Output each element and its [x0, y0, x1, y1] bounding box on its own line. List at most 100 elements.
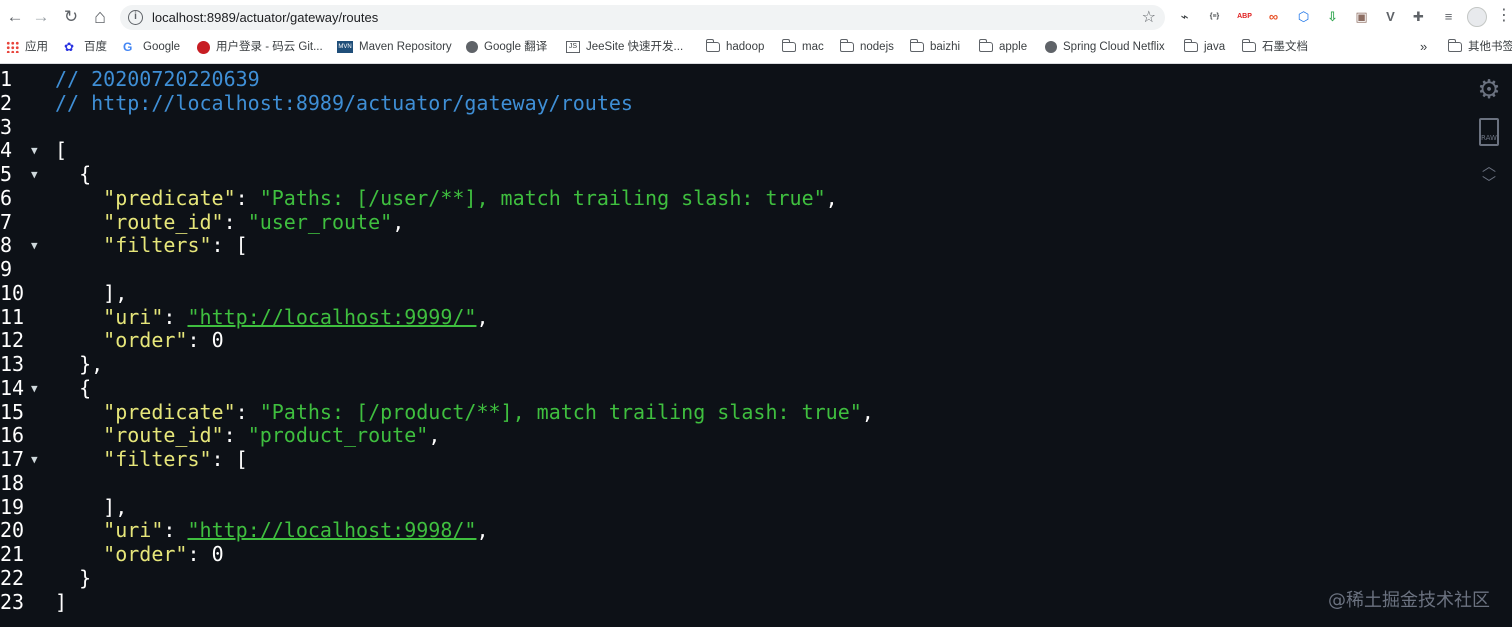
raw-file-icon[interactable]: RAW — [1479, 118, 1499, 146]
line-number: 9 — [0, 257, 13, 281]
json-string: "Paths: [/user/**], match trailing slash… — [259, 185, 826, 210]
bookmark-item[interactable]: java — [1184, 38, 1225, 56]
line-number: 12 — [0, 328, 25, 353]
infinity-extension-icon[interactable]: ∞ — [1265, 8, 1282, 25]
json-punctuation — [55, 305, 103, 329]
other-bookmarks-folder[interactable]: 其他书签 — [1448, 38, 1512, 56]
folder-icon — [1448, 39, 1462, 52]
json-punctuation: : [ — [211, 233, 248, 258]
qrcode-extension-icon[interactable]: ⌁ — [1176, 8, 1193, 25]
code-content: "route_id": "user_route", — [55, 209, 404, 235]
bookmark-label: 应用 — [25, 41, 48, 53]
pin-extension-icon[interactable]: ⇩ — [1324, 8, 1341, 25]
chevron-up-icon[interactable]: ︿ — [1481, 159, 1497, 173]
back-button[interactable]: ← — [4, 6, 26, 28]
gear-icon[interactable]: ⚙ — [1476, 76, 1502, 102]
gitee-icon — [197, 40, 210, 54]
json-extension-icon[interactable]: {≡} — [1206, 8, 1223, 25]
playlist-extension-icon[interactable]: ≡ — [1440, 8, 1457, 25]
code-content: "uri": "http://localhost:9999/", — [55, 304, 489, 330]
bookmark-item[interactable]: baizhi — [910, 38, 960, 56]
json-punctuation: { — [55, 162, 92, 186]
line-number: 16 — [0, 423, 25, 448]
code-content: ], — [55, 495, 127, 520]
bookmark-item[interactable]: Google 翻译 — [466, 38, 547, 56]
bookmark-item[interactable]: ✿ 百度 — [64, 38, 107, 56]
json-url-link[interactable]: "http://localhost:9998/" — [187, 518, 476, 542]
json-string: "product_route" — [247, 423, 429, 448]
fold-toggle-icon[interactable]: ▼ — [31, 163, 38, 187]
json-punctuation: }, — [55, 352, 104, 376]
profile-avatar[interactable] — [1467, 7, 1487, 27]
json-string: "user_route" — [247, 209, 393, 234]
json-punctuation: } — [55, 565, 92, 590]
chevron-down-icon[interactable]: ﹀ — [1481, 176, 1497, 190]
image-extension-icon[interactable]: ▣ — [1353, 8, 1370, 25]
cube-extension-icon[interactable]: ⬡ — [1295, 8, 1312, 25]
bookmark-item[interactable]: mac — [782, 38, 824, 56]
url-text[interactable]: localhost:8989/actuator/gateway/routes — [152, 10, 378, 25]
bookmark-item[interactable]: 石墨文档 — [1242, 38, 1308, 56]
bookmark-label: Google — [143, 41, 181, 53]
fold-toggle-icon[interactable]: ▼ — [31, 448, 38, 472]
json-punctuation — [55, 233, 103, 257]
bookmark-item[interactable]: G Google — [123, 38, 180, 56]
json-punctuation — [55, 186, 103, 210]
browser-menu-icon[interactable]: ⋮ — [1496, 6, 1512, 26]
bookmark-label: 其他书签 — [1468, 41, 1512, 53]
json-punctuation: : — [187, 328, 212, 353]
globe-icon — [466, 41, 478, 53]
bookmark-label: java — [1204, 41, 1226, 53]
json-punctuation — [55, 447, 103, 471]
fold-toggle-icon[interactable]: ▼ — [31, 234, 38, 258]
bookmark-item[interactable]: 应用 — [6, 38, 48, 56]
line-number: 1 — [0, 67, 13, 91]
json-key: "uri" — [103, 304, 164, 329]
line-number: 14 — [0, 375, 25, 400]
json-key: "route_id" — [103, 209, 224, 234]
code-content: "filters": [ — [55, 447, 248, 472]
bookmark-item[interactable]: MVN Maven Repository — [337, 38, 452, 56]
json-key: "predicate" — [103, 185, 236, 210]
json-punctuation: , — [476, 304, 489, 329]
bookmark-item[interactable]: hadoop — [706, 38, 764, 56]
line-number: 2 — [0, 90, 13, 115]
json-punctuation: : — [187, 542, 212, 566]
fold-toggle-icon[interactable]: ▼ — [31, 139, 38, 163]
bookmark-star-icon[interactable]: ☆ — [1142, 7, 1156, 27]
json-punctuation: ], — [55, 280, 128, 305]
folder-icon — [1184, 39, 1198, 52]
more-bookmarks-button[interactable]: » — [1420, 38, 1427, 56]
line-number: 3 — [0, 114, 13, 139]
puzzle-extension-icon[interactable]: ✚ — [1410, 8, 1427, 25]
watermark: @稀土掘金技术社区 — [1328, 590, 1490, 611]
bookmark-label: mac — [802, 41, 824, 53]
json-punctuation: [ — [55, 138, 68, 163]
reload-button[interactable]: ↻ — [60, 6, 82, 28]
json-punctuation — [55, 328, 103, 352]
bookmark-item[interactable]: Spring Cloud Netflix — [1045, 38, 1165, 56]
browser-chrome: ← → ↻ ⌂ i localhost:8989/actuator/gatewa… — [0, 0, 1512, 64]
bookmark-label: hadoop — [726, 41, 765, 53]
forward-button[interactable]: → — [30, 6, 52, 28]
home-button[interactable]: ⌂ — [89, 6, 111, 28]
line-number: 21 — [0, 542, 25, 566]
json-punctuation: : — [235, 185, 260, 210]
line-number: 5 — [0, 162, 13, 186]
bookmark-label: 百度 — [84, 41, 107, 53]
vue-extension-icon[interactable]: V — [1382, 8, 1399, 25]
bookmark-item[interactable]: apple — [979, 38, 1027, 56]
fold-toggle-icon[interactable]: ▼ — [31, 377, 38, 401]
site-info-icon[interactable]: i — [128, 10, 143, 25]
bookmark-item[interactable]: nodejs — [840, 38, 894, 56]
folder-icon — [1242, 39, 1256, 52]
json-punctuation: : — [163, 304, 188, 329]
code-content: "predicate": "Paths: [/user/**], match t… — [55, 185, 838, 211]
address-bar[interactable]: i localhost:8989/actuator/gateway/routes… — [120, 5, 1165, 30]
abp-extension-icon[interactable]: ABP — [1236, 8, 1253, 25]
bookmark-item[interactable]: JS JeeSite 快速开发... — [566, 38, 683, 56]
bookmark-item[interactable]: 用户登录 - 码云 Git... — [197, 38, 323, 56]
json-url-link[interactable]: "http://localhost:9999/" — [187, 305, 476, 329]
line-number: 22 — [0, 565, 25, 590]
comment-text: // http://localhost:8989/actuator/gatewa… — [55, 90, 633, 115]
